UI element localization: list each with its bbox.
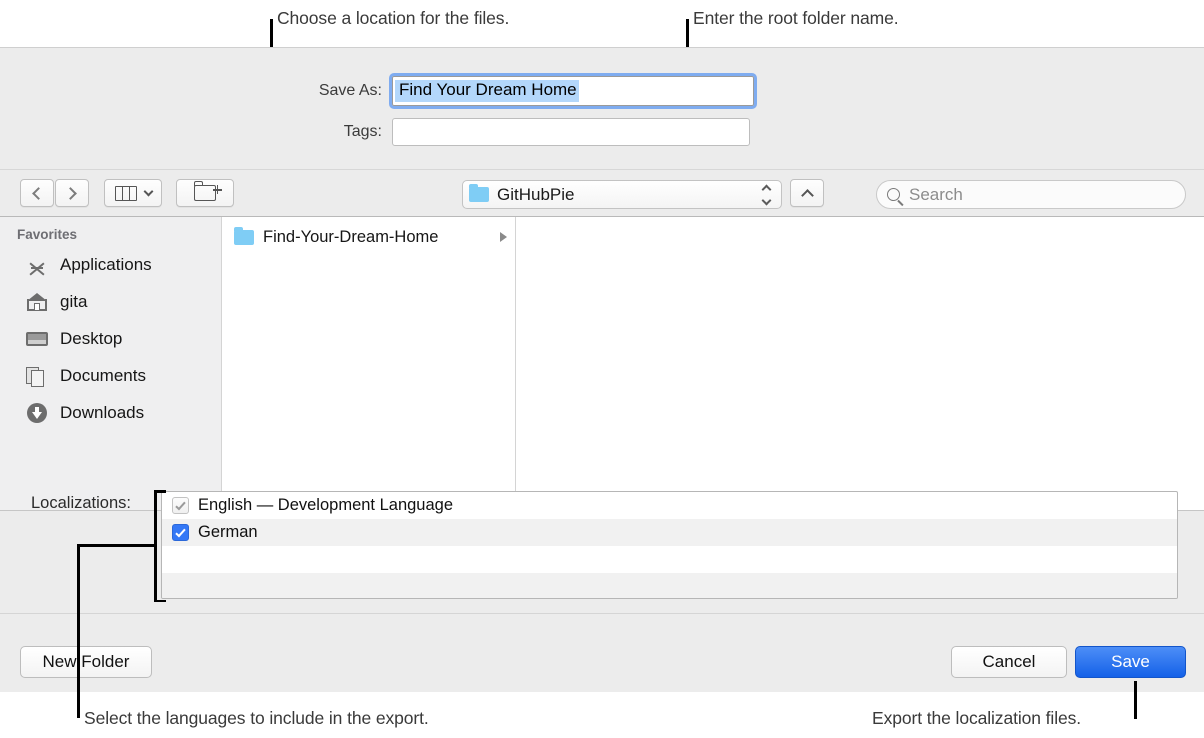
chevron-right-icon [64,186,77,200]
applications-icon [26,254,48,276]
checkbox-german[interactable] [172,524,189,541]
new-folder-button[interactable]: New Folder [20,646,152,678]
sidebar-item-label: Downloads [60,402,145,422]
back-button[interactable] [20,179,54,207]
column-view-icon [114,185,137,201]
dialog-footer: New Folder Cancel Save [0,613,1204,692]
annotation-bracket-tick-bottom [154,599,166,602]
browser-column-2 [516,217,1204,510]
list-item[interactable] [162,546,1177,573]
sidebar-item-home[interactable]: gita [0,283,221,320]
documents-icon [26,365,48,387]
folder-icon [234,226,254,245]
annotation-select-languages: Select the languages to include in the e… [84,708,429,728]
save-as-row: Save As: Find Your Dream Home [290,73,757,109]
chevron-left-icon [32,186,45,200]
dialog-toolbar: GitHubPie Search [0,169,1204,216]
path-popup-label: GitHubPie [497,184,575,204]
list-item[interactable]: Find-Your-Dream-Home [222,224,515,250]
sidebar-item-label: Applications [60,254,152,274]
list-item[interactable]: German [162,519,1177,546]
chevron-down-icon [143,186,153,196]
new-folder-icon [194,181,222,201]
browser-column-1: Find-Your-Dream-Home [222,217,516,510]
cancel-button[interactable]: Cancel [951,646,1067,678]
new-folder-toolbar-button[interactable] [176,179,234,207]
forward-button[interactable] [55,179,89,207]
sidebar-item-label: gita [60,291,88,311]
folder-icon [469,184,489,202]
list-item-label: Find-Your-Dream-Home [263,227,439,246]
annotation-choose-location: Choose a location for the files. [277,8,510,28]
list-item[interactable]: English — Development Language [162,492,1177,519]
annotation-root-folder-name: Enter the root folder name. [693,8,899,28]
sidebar: Favorites Applications gita Desktop Docu… [0,217,222,510]
save-as-focus-ring [389,73,757,109]
downloads-icon [26,402,48,424]
search-placeholder: Search [909,184,963,204]
localizations-label: Localizations: [31,494,131,512]
go-up-button[interactable] [790,179,824,207]
list-item-label: English — Development Language [198,496,454,514]
sidebar-item-applications[interactable]: Applications [0,246,221,283]
search-icon [887,188,900,201]
sidebar-item-downloads[interactable]: Downloads [0,394,221,431]
sidebar-item-label: Desktop [60,328,123,348]
desktop-icon [26,328,48,350]
save-as-input-wrap: Find Your Dream Home [389,73,757,109]
view-mode-button[interactable] [104,179,162,207]
checkbox-english[interactable] [172,497,189,514]
localizations-list[interactable]: English — Development Language German [161,491,1178,599]
file-browser: Favorites Applications gita Desktop Docu… [0,216,1204,510]
chevron-up-icon [800,188,814,202]
up-down-stepper-icon [761,184,775,206]
annotation-export-files: Export the localization files. [872,708,1082,728]
sidebar-section-favorites: Favorites [17,227,78,242]
annotation-leader-export-files [1134,681,1137,719]
disclosure-triangle-icon[interactable] [500,232,507,242]
sidebar-item-label: Documents [60,365,146,385]
save-button[interactable]: Save [1075,646,1186,678]
search-input[interactable]: Search [876,180,1186,209]
sidebar-item-documents[interactable]: Documents [0,357,221,394]
sidebar-item-desktop[interactable]: Desktop [0,320,221,357]
list-item[interactable] [162,573,1177,598]
annotation-leader-languages-horizontal [77,544,155,547]
annotation-leader-languages-vertical [77,544,80,718]
annotation-bracket-tick-top [154,490,166,493]
tags-input[interactable] [392,118,750,146]
save-as-label: Save As: [318,82,382,99]
tags-row: Tags: [290,118,750,146]
list-item-label: German [198,523,258,541]
path-popup-button[interactable]: GitHubPie [462,180,782,209]
dialog-header: Save As: Find Your Dream Home Tags: [0,48,1204,169]
home-icon [26,291,48,313]
tags-label: Tags: [343,123,382,140]
